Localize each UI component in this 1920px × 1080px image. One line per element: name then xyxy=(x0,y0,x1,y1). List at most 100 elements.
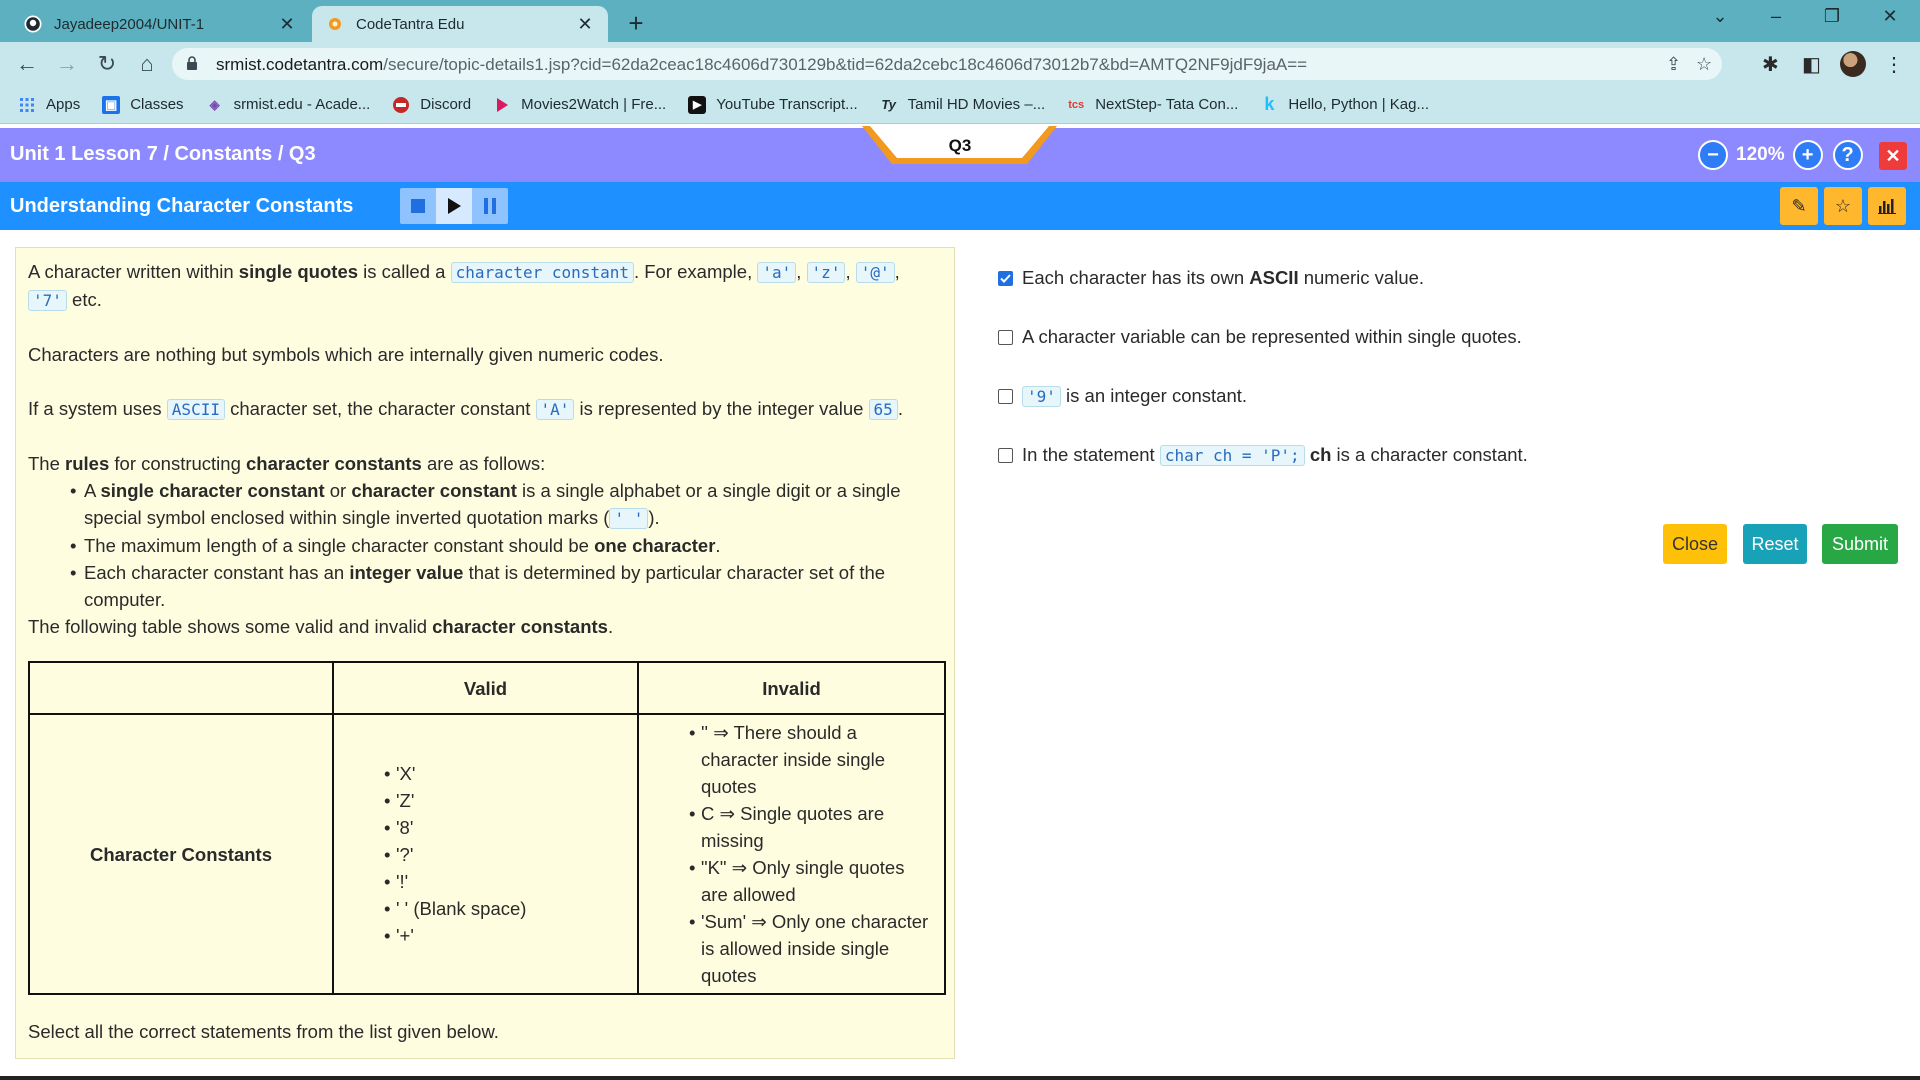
bookmark-youtube-transcript[interactable]: ▶ YouTube Transcript... xyxy=(688,95,858,114)
list-item: ' ' (Blank space) xyxy=(384,895,637,922)
close-window-button[interactable]: ✕ xyxy=(1870,6,1910,27)
table-header-row: Valid Invalid xyxy=(28,661,946,715)
apps-grid-icon xyxy=(18,96,36,114)
kaggle-icon: k xyxy=(1264,94,1275,114)
code-snippet: char ch = 'P'; xyxy=(1159,445,1305,466)
url-text: srmist.codetantra.com/secure/topic-detai… xyxy=(216,55,1308,74)
lock-icon xyxy=(187,56,197,70)
bookmark-movies2watch[interactable]: Movies2Watch | Fre... xyxy=(493,96,666,114)
list-item: '8' xyxy=(384,814,637,841)
option-label: A character variable can be represented … xyxy=(1022,326,1522,347)
close-icon[interactable]: ✕ xyxy=(278,14,296,35)
table-row: Character Constants 'X' 'Z' '8' '?' '!' … xyxy=(28,713,946,995)
submit-button[interactable]: Submit xyxy=(1822,524,1898,564)
rules-list: A single character constant or character… xyxy=(70,477,942,613)
stop-button[interactable] xyxy=(400,188,436,224)
code-snippet: '7' xyxy=(28,290,67,311)
option-3[interactable]: '9' is an integer constant. xyxy=(998,385,1247,407)
home-icon[interactable]: ⌂ xyxy=(134,51,160,77)
lesson-content-panel: A character written within single quotes… xyxy=(15,247,955,1059)
favorite-star-button[interactable]: ☆ xyxy=(1824,187,1862,225)
list-item: Each character constant has an integer v… xyxy=(70,559,942,613)
srmist-icon: ◈ xyxy=(209,96,220,112)
stats-button[interactable] xyxy=(1868,187,1906,225)
back-arrow-icon[interactable]: ← xyxy=(14,51,40,77)
valid-list: 'X' 'Z' '8' '?' '!' ' ' (Blank space) '+… xyxy=(384,760,637,949)
code-snippet: '@' xyxy=(855,262,895,283)
tab-title: CodeTantra Edu xyxy=(356,15,465,33)
youtube-transcript-icon: ▶ xyxy=(688,95,707,114)
play-button[interactable] xyxy=(436,188,472,224)
list-item: A single character constant or character… xyxy=(70,477,942,532)
close-icon[interactable]: ✕ xyxy=(576,14,594,35)
browser-toolbar: ← → ↻ ⌂ srmist.codetantra.com/secure/top… xyxy=(0,42,1920,86)
extensions-puzzle-icon[interactable]: ✱ xyxy=(1762,52,1779,77)
code-snippet: 'z' xyxy=(806,262,846,283)
bookmark-tamil-hd[interactable]: Ty Tamil HD Movies –... xyxy=(880,96,1045,114)
discord-icon xyxy=(392,96,410,114)
zoom-in-button[interactable]: + xyxy=(1792,140,1823,170)
restore-window-button[interactable]: ❐ xyxy=(1812,6,1852,27)
bookmark-apps[interactable]: Apps xyxy=(18,96,80,114)
numeric-codes-paragraph: Characters are nothing but symbols which… xyxy=(28,344,664,365)
option-label: Each character has its own ASCII numeric… xyxy=(1022,267,1425,288)
minimize-window-button[interactable]: – xyxy=(1756,6,1796,27)
bookmark-nextstep[interactable]: tcs NextStep- Tata Con... xyxy=(1067,96,1238,114)
code-snippet: character constant xyxy=(450,262,634,283)
tab-title: Jayadeep2004/UNIT-1 xyxy=(54,15,205,33)
bookmark-srmist[interactable]: ◈ srmist.edu - Acade... xyxy=(206,96,371,114)
help-button[interactable]: ? xyxy=(1832,140,1863,170)
close-topic-button[interactable]: ✕ xyxy=(1879,142,1907,170)
browser-tab-strip: Jayadeep2004/UNIT-1 ✕ CodeTantra Edu ✕ +… xyxy=(0,0,1920,42)
pause-button[interactable] xyxy=(472,188,508,224)
table-header-empty xyxy=(28,661,334,715)
profile-avatar[interactable] xyxy=(1840,51,1866,77)
kebab-menu-icon[interactable]: ⋮ xyxy=(1884,52,1904,77)
list-item: C ⇒ Single quotes are missing xyxy=(689,800,934,854)
option-label: '9' is an integer constant. xyxy=(1022,385,1247,407)
bookmark-star-icon[interactable]: ☆ xyxy=(1696,54,1712,75)
forward-arrow-icon[interactable]: → xyxy=(54,51,80,77)
tab-search-chevron-icon[interactable]: ⌄ xyxy=(1700,6,1740,27)
option-1[interactable]: Each character has its own ASCII numeric… xyxy=(998,267,1424,289)
code-snippet: 65 xyxy=(868,399,898,420)
address-bar[interactable]: srmist.codetantra.com/secure/topic-detai… xyxy=(172,48,1722,80)
bar-chart-icon xyxy=(1878,199,1896,214)
bookmark-classes[interactable]: ▣ Classes xyxy=(102,95,184,114)
bookmark-kaggle[interactable]: k Hello, Python | Kag... xyxy=(1260,94,1429,114)
github-icon xyxy=(24,15,42,33)
invalid-cell: '' ⇒ There should a character inside sin… xyxy=(637,713,946,995)
ty-icon: Ty xyxy=(881,97,897,112)
valid-cell: 'X' 'Z' '8' '?' '!' ' ' (Blank space) '+… xyxy=(332,713,639,995)
code-snippet: '9' xyxy=(1022,386,1061,407)
reload-icon[interactable]: ↻ xyxy=(94,51,120,77)
zoom-out-button[interactable]: − xyxy=(1698,140,1728,170)
edit-pencil-button[interactable]: ✎ xyxy=(1780,187,1818,225)
ascii-paragraph: If a system uses ASCII character set, th… xyxy=(28,398,903,420)
share-icon[interactable]: ⇪ xyxy=(1666,54,1681,75)
option-2[interactable]: A character variable can be represented … xyxy=(998,326,1522,348)
option-4[interactable]: In the statement char ch = 'P'; ch is a … xyxy=(998,444,1528,466)
checkbox-option-3[interactable] xyxy=(998,388,1013,404)
pause-icon xyxy=(484,198,496,214)
checkbox-option-2[interactable] xyxy=(998,329,1013,345)
reset-button[interactable]: Reset xyxy=(1743,524,1807,564)
zoom-control: − 120% + ? xyxy=(1698,140,1863,170)
bottom-border xyxy=(0,1076,1920,1080)
instruction-text: Select all the correct statements from t… xyxy=(28,1021,499,1042)
new-tab-button[interactable]: + xyxy=(622,8,650,39)
bookmark-discord[interactable]: Discord xyxy=(392,96,471,114)
checkbox-option-4[interactable] xyxy=(998,447,1013,463)
checkbox-option-1[interactable] xyxy=(998,270,1013,286)
list-item: 'X' xyxy=(384,760,637,787)
list-item: "K" ⇒ Only single quotes are allowed xyxy=(689,854,934,908)
close-button[interactable]: Close xyxy=(1663,524,1727,564)
list-item: '!' xyxy=(384,868,637,895)
side-panel-icon[interactable]: ◧ xyxy=(1802,52,1821,77)
codetantra-icon xyxy=(326,15,344,33)
question-tab-shape xyxy=(862,126,1057,164)
code-snippet: 'A' xyxy=(535,399,575,420)
lesson-bar: Understanding Character Constants ✎ ☆ xyxy=(0,182,1920,230)
browser-tab-codetantra[interactable]: CodeTantra Edu ✕ xyxy=(312,6,608,42)
browser-tab-github[interactable]: Jayadeep2004/UNIT-1 ✕ xyxy=(10,6,310,42)
